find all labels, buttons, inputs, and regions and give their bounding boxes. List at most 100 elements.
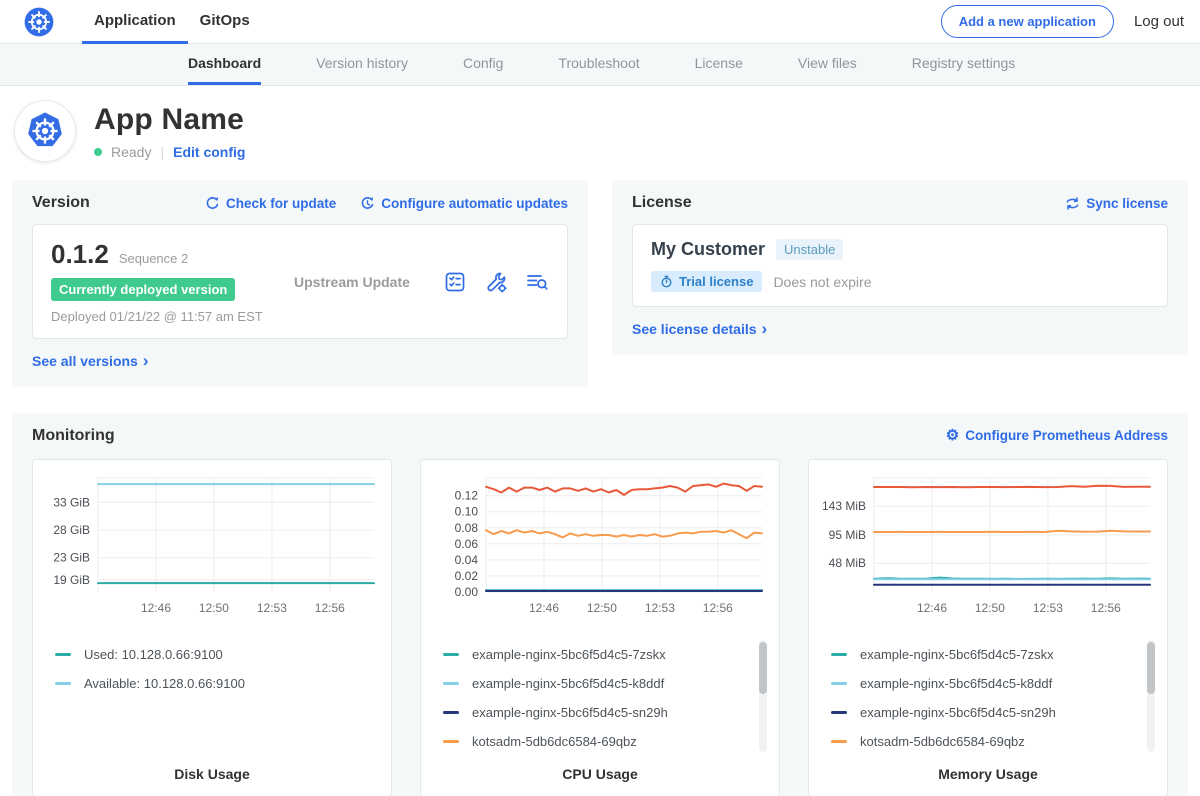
legend-label: example-nginx-5bc6f5d4c5-7zskx [860,647,1054,662]
license-card-title: License [632,194,692,212]
configure-prometheus-link[interactable]: ⚙ Configure Prometheus Address [946,428,1168,443]
legend-color-dash [831,711,847,714]
svg-text:28 GiB: 28 GiB [53,523,90,537]
legend-scrollbar[interactable] [759,640,767,752]
disk-usage-title: Disk Usage [43,756,381,782]
clock-refresh-icon [360,196,375,211]
license-card: License Sync license My Customer Unstabl… [612,180,1188,355]
svg-text:12:53: 12:53 [257,601,287,615]
tab-dashboard[interactable]: Dashboard [188,44,261,85]
license-details-row: My Customer Unstable Trial license Does … [632,224,1168,307]
svg-text:23 GiB: 23 GiB [53,550,90,564]
svg-text:12:50: 12:50 [587,601,617,615]
deployed-timestamp: Deployed 01/21/22 @ 11:57 am EST [51,309,286,324]
legend-scrollbar-thumb[interactable] [1147,642,1155,694]
see-license-details-label: See license details [632,321,757,337]
deployed-version-row: 0.1.2 Sequence 2 Currently deployed vers… [32,224,568,339]
currently-deployed-badge: Currently deployed version [51,278,235,301]
legend-item: Available: 10.128.0.66:9100 [55,669,359,698]
svg-text:0.08: 0.08 [455,520,479,534]
sync-arrows-icon [1065,196,1080,211]
configure-automatic-updates-link[interactable]: Configure automatic updates [360,196,568,211]
svg-text:12:50: 12:50 [199,601,229,615]
legend-label: example-nginx-5bc6f5d4c5-k8ddf [860,676,1052,691]
channel-badge: Unstable [776,239,843,260]
svg-text:95 MiB: 95 MiB [829,528,866,542]
svg-text:12:46: 12:46 [917,601,947,615]
tab-troubleshoot[interactable]: Troubleshoot [558,44,639,85]
gear-icon: ⚙ [946,428,959,443]
legend-color-dash [831,740,847,743]
tab-application[interactable]: Application [82,0,188,44]
legend-scrollbar[interactable] [1147,640,1155,752]
configure-prometheus-label: Configure Prometheus Address [965,428,1168,443]
svg-text:0.04: 0.04 [455,552,479,566]
top-nav: Application GitOps Add a new application… [0,0,1200,44]
svg-text:143 MiB: 143 MiB [822,499,866,513]
legend-color-dash [443,653,459,656]
kubernetes-logo-icon[interactable] [24,7,54,37]
tab-config[interactable]: Config [463,44,503,85]
svg-text:0.02: 0.02 [455,568,479,582]
preflight-checks-icon[interactable] [484,270,508,294]
view-diff-icon[interactable] [525,270,549,294]
logout-link[interactable]: Log out [1134,13,1184,30]
disk-usage-card: 19 GiB23 GiB28 GiB33 GiB12:4612:5012:531… [32,459,392,796]
legend-label: Available: 10.128.0.66:9100 [84,676,245,691]
page-title: App Name [94,103,245,137]
sync-license-link[interactable]: Sync license [1065,196,1168,211]
check-for-update-label: Check for update [226,196,336,211]
legend-item: example-nginx-5bc6f5d4c5-7zskx [443,640,747,669]
monitoring-title: Monitoring [32,427,115,445]
see-all-versions-label: See all versions [32,353,138,369]
status-label: Ready [111,144,151,160]
svg-text:19 GiB: 19 GiB [53,572,90,586]
cpu-usage-title: CPU Usage [431,756,769,782]
svg-text:33 GiB: 33 GiB [53,495,90,509]
cpu-usage-card: 0.000.020.040.060.080.100.1212:4612:5012… [420,459,780,796]
legend-label: kotsadm-5db6dc6584-69qbz [472,734,637,749]
release-notes-icon[interactable] [443,270,467,294]
svg-text:12:50: 12:50 [975,601,1005,615]
check-for-update-link[interactable]: Check for update [205,196,336,211]
tab-gitops[interactable]: GitOps [188,0,262,44]
app-avatar [14,100,76,162]
legend-color-dash [443,740,459,743]
tab-version-history[interactable]: Version history [316,44,408,85]
svg-text:0.06: 0.06 [455,536,479,550]
version-number: 0.1.2 [51,239,109,270]
legend-item: kotsadm-5db6dc6584-69qbz [443,727,747,756]
disk-usage-legend: Used: 10.128.0.66:9100Available: 10.128.… [43,638,381,756]
tab-view-files[interactable]: View files [798,44,857,85]
legend-item: example-nginx-5bc6f5d4c5-k8ddf [443,669,747,698]
legend-label: example-nginx-5bc6f5d4c5-k8ddf [472,676,664,691]
legend-color-dash [831,682,847,685]
memory-usage-title: Memory Usage [819,756,1157,782]
disk-usage-chart: 19 GiB23 GiB28 GiB33 GiB12:4612:5012:531… [43,470,381,630]
memory-usage-card: 48 MiB95 MiB143 MiB12:4612:5012:5312:56 … [808,459,1168,796]
svg-text:0.12: 0.12 [455,488,479,502]
trial-license-label: Trial license [679,274,753,289]
svg-text:0.10: 0.10 [455,504,479,518]
kubernetes-heptagon-icon [24,110,66,152]
refresh-icon [205,196,220,211]
legend-label: example-nginx-5bc6f5d4c5-sn29h [860,705,1056,720]
svg-text:12:53: 12:53 [1033,601,1063,615]
svg-text:12:46: 12:46 [529,601,559,615]
legend-color-dash [443,682,459,685]
edit-config-link[interactable]: Edit config [173,144,245,160]
chevron-right-icon: › [143,352,149,369]
legend-label: example-nginx-5bc6f5d4c5-sn29h [472,705,668,720]
legend-label: example-nginx-5bc6f5d4c5-7zskx [472,647,666,662]
app-header: App Name Ready | Edit config [0,86,1200,178]
trial-license-badge: Trial license [651,271,762,292]
see-all-versions-link[interactable]: See all versions › [32,352,149,369]
legend-scrollbar-thumb[interactable] [759,642,767,694]
add-new-application-button[interactable]: Add a new application [941,5,1114,38]
legend-item: example-nginx-5bc6f5d4c5-k8ddf [831,669,1135,698]
tab-registry-settings[interactable]: Registry settings [912,44,1015,85]
tab-application-label: Application [94,12,176,29]
tab-license[interactable]: License [695,44,743,85]
legend-color-dash [55,682,71,685]
see-license-details-link[interactable]: See license details › [632,320,767,337]
